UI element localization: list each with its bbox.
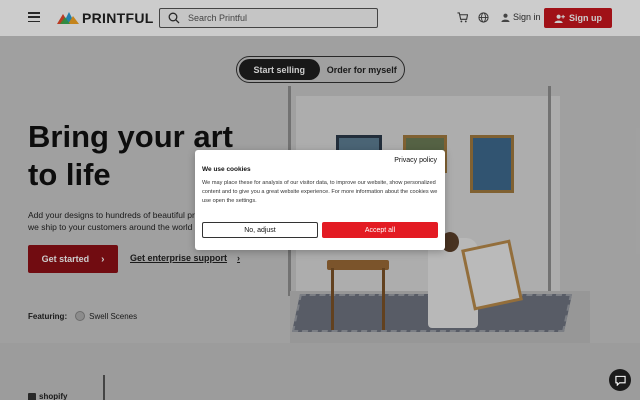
signin-label: Sign in	[513, 12, 541, 22]
no-adjust-button[interactable]: No, adjust	[202, 222, 318, 238]
top-header: PRINTFUL Sign in Sign up	[0, 0, 640, 36]
printful-logo[interactable]: PRINTFUL	[57, 10, 154, 26]
wall-poster	[470, 135, 514, 193]
cart-icon[interactable]	[457, 12, 468, 23]
enterprise-support-link[interactable]: Get enterprise support ›	[130, 253, 240, 263]
hamburger-menu-icon[interactable]	[28, 12, 40, 22]
chair-leg	[331, 268, 334, 330]
light-stand-right	[548, 86, 551, 296]
signup-label: Sign up	[569, 13, 602, 23]
privacy-policy-link[interactable]: Privacy policy	[394, 157, 437, 164]
cookie-consent-dialog: Privacy policy We use cookies We may pla…	[195, 150, 445, 250]
brand-avatar-icon	[75, 311, 86, 321]
shopify-bag-icon	[28, 392, 36, 400]
enterprise-label: Get enterprise support	[130, 253, 228, 263]
logo-mountain-icon	[57, 12, 79, 24]
chevron-right-icon: ›	[237, 253, 241, 263]
chat-icon	[614, 375, 626, 386]
tab-start-selling[interactable]: Start selling	[239, 59, 320, 80]
search-bar[interactable]	[159, 8, 378, 28]
shopify-text: shopify	[39, 392, 68, 400]
get-started-button[interactable]: Get started ›	[28, 245, 118, 273]
cookie-text: We may place these for analysis of our v…	[202, 180, 438, 204]
user-icon	[501, 13, 510, 22]
signup-button[interactable]: Sign up	[544, 8, 612, 28]
globe-icon[interactable]	[478, 12, 489, 23]
audience-toggle: Start selling Order for myself	[236, 56, 405, 83]
signin-link[interactable]: Sign in	[501, 12, 541, 22]
featuring-brand[interactable]: Swell Scenes	[89, 312, 137, 321]
accept-all-button[interactable]: Accept all	[322, 222, 438, 238]
partner-logos-strip: shopify	[0, 343, 640, 400]
featuring-row: Featuring: Swell Scenes	[28, 311, 137, 321]
featuring-label: Featuring:	[28, 311, 68, 321]
search-icon	[168, 12, 180, 24]
get-started-label: Get started	[41, 254, 90, 264]
chair-leg	[382, 268, 385, 330]
partner-logo	[103, 375, 105, 400]
search-input[interactable]	[188, 13, 368, 23]
hero-subtitle: Add your designs to hundreds of beautifu…	[28, 210, 209, 232]
chair	[327, 260, 389, 270]
chevron-right-icon: ›	[101, 253, 105, 265]
cookie-title: We use cookies	[202, 166, 251, 173]
chat-button[interactable]	[609, 369, 631, 391]
tab-order-for-myself[interactable]: Order for myself	[322, 59, 403, 80]
logo-text: PRINTFUL	[82, 10, 154, 26]
shopify-logo: shopify	[28, 392, 67, 400]
add-user-icon	[554, 14, 565, 23]
